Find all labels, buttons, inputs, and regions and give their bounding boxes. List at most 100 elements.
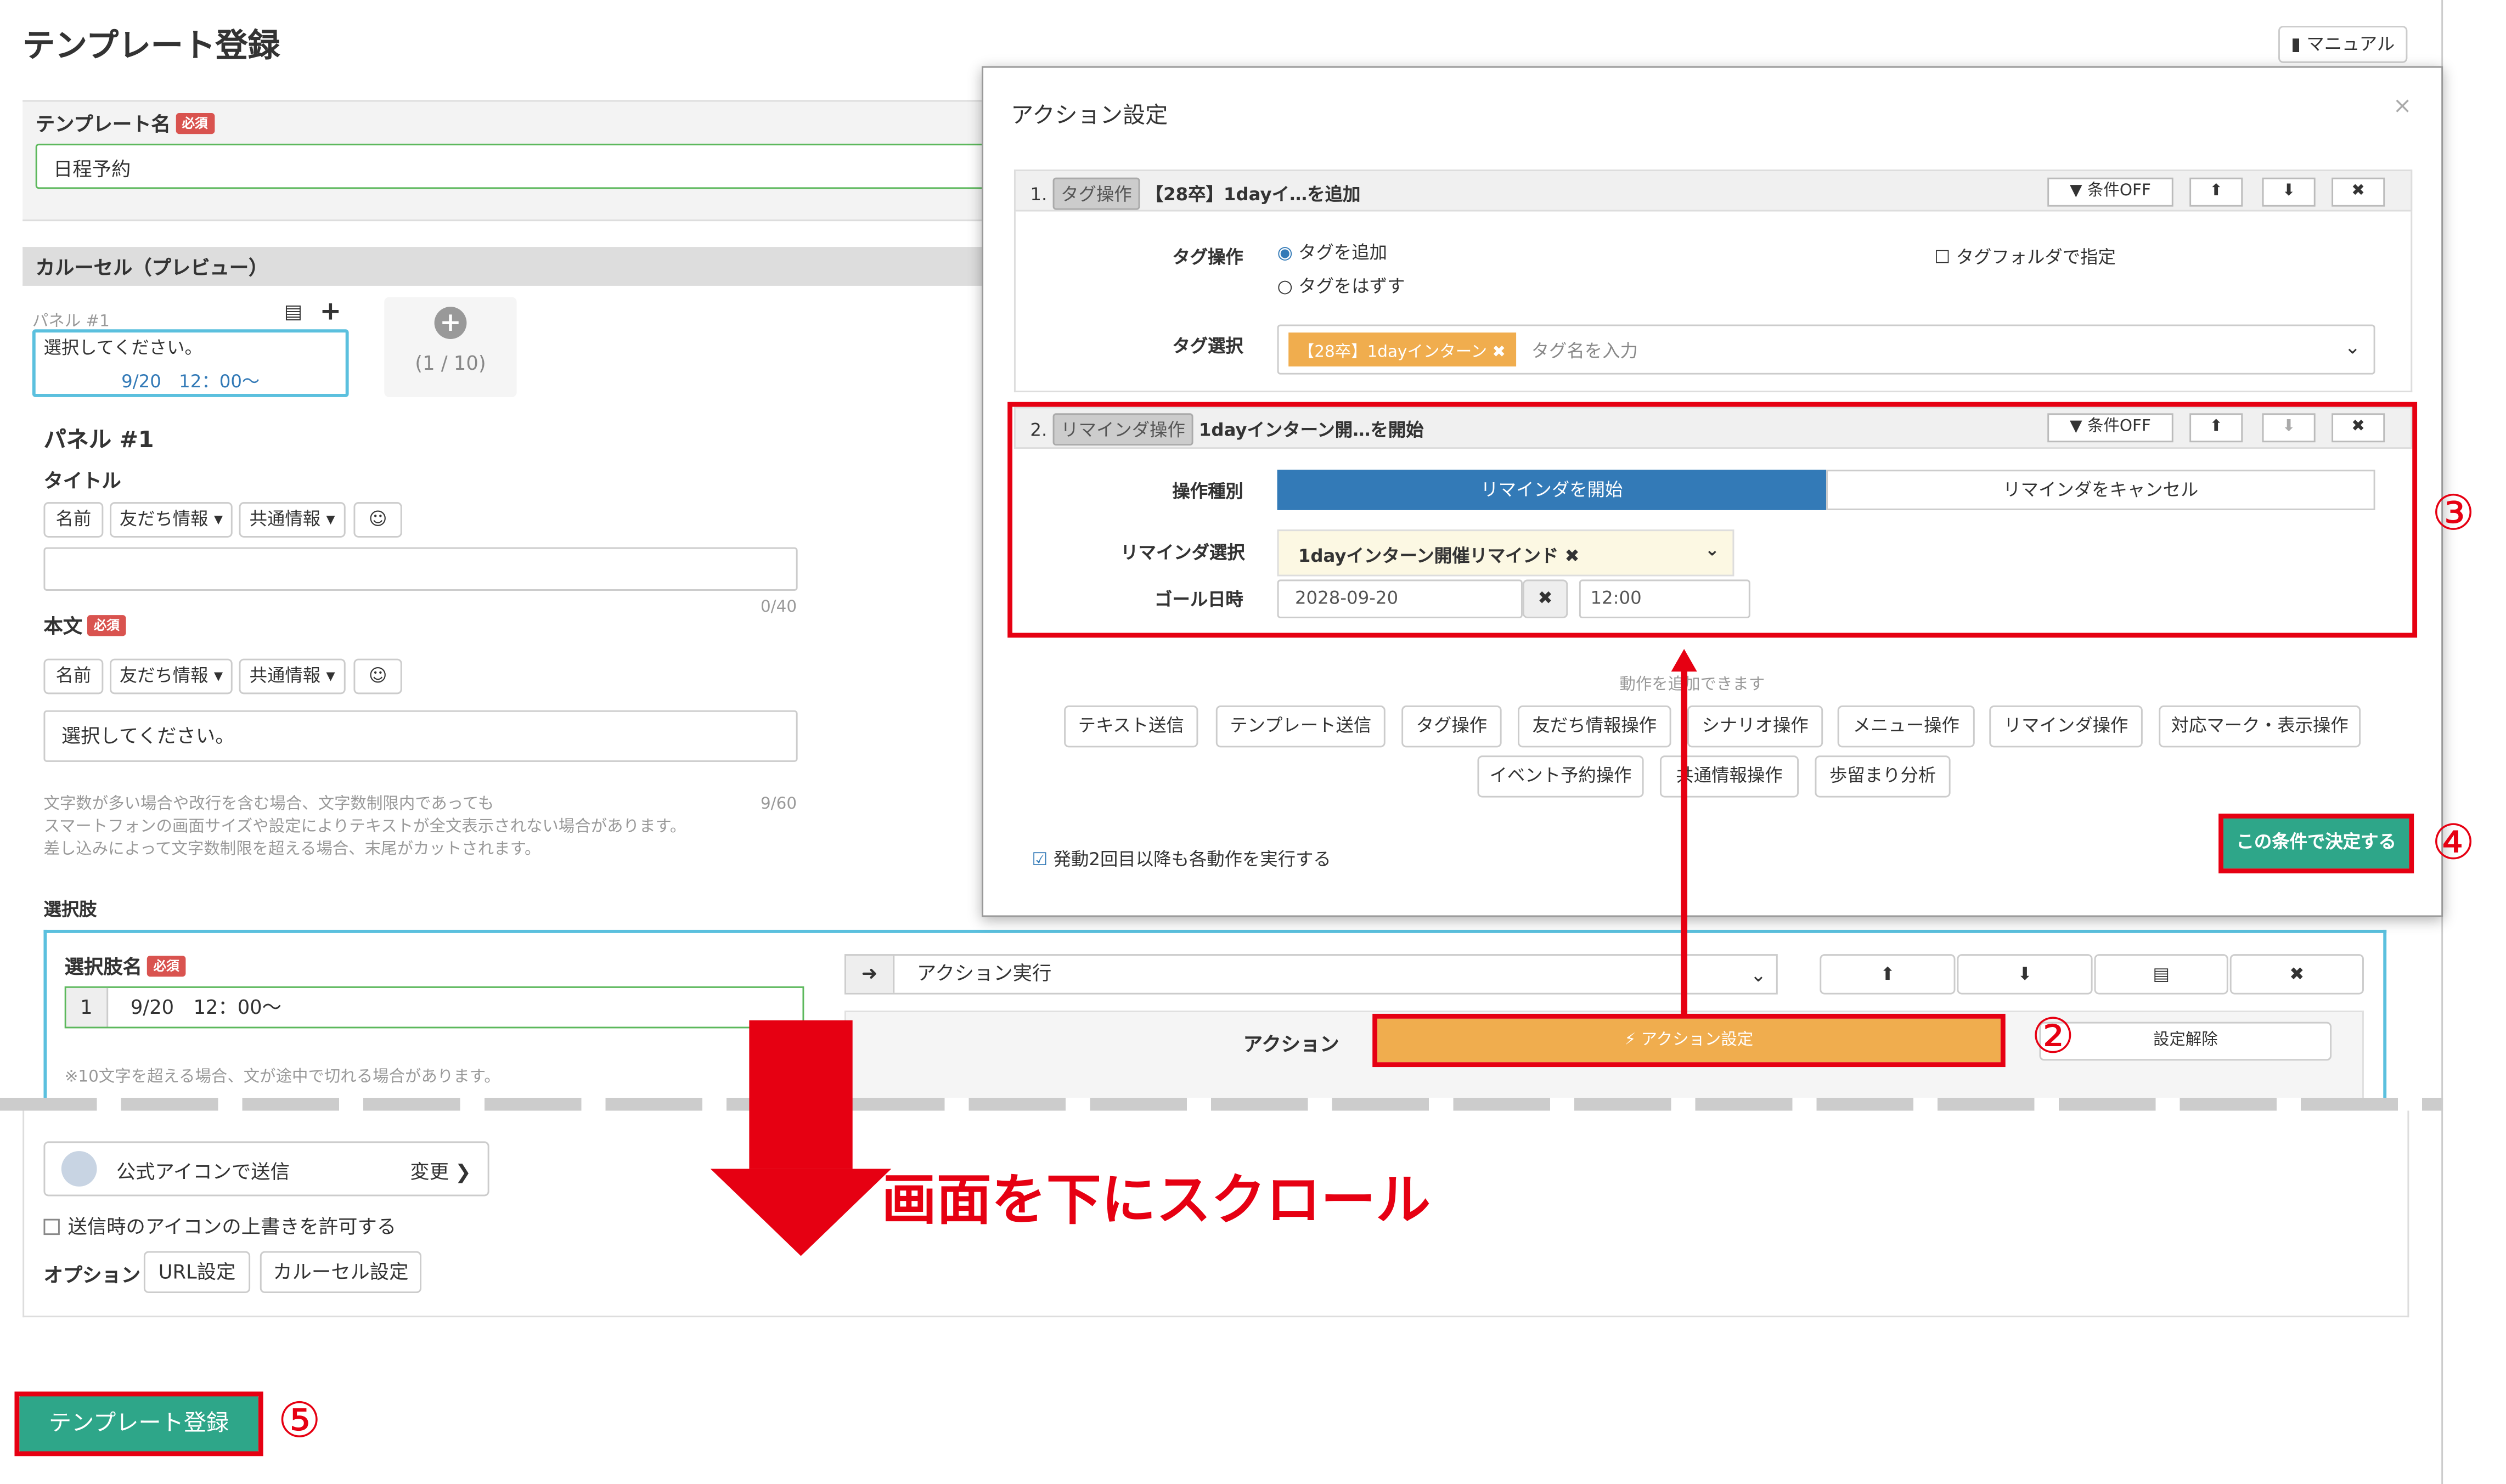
action-text-send[interactable]: テキスト送信	[1064, 705, 1198, 748]
carousel-setting-button[interactable]: カルーセル設定	[260, 1251, 422, 1294]
move-down-button[interactable]: ⬇	[1957, 954, 2093, 995]
checkbox[interactable]	[43, 1218, 60, 1235]
template-name-label: テンプレート名 必須	[36, 110, 215, 137]
checkbox-icon: ☐	[1934, 247, 1951, 268]
action-reminder-op[interactable]: リマインダ操作	[1989, 705, 2143, 748]
add-panel-card[interactable]: + (1 / 10)	[384, 297, 517, 397]
body-label-text: 本文	[43, 615, 83, 638]
carousel-panel-card[interactable]: 選択してください。 9/20 12：00～	[32, 329, 349, 397]
icon-send-box[interactable]: 公式アイコンで送信 変更 ❯	[43, 1141, 489, 1197]
tag-select-input[interactable]: 【28卒】1dayインターン ✖ タグ名を入力 ⌄	[1277, 324, 2375, 375]
arrow-right-icon: ➜	[846, 956, 895, 993]
move-up-button[interactable]: ⬆	[2189, 177, 2243, 207]
scroll-instruction: 画面を下にスクロール	[881, 1169, 1431, 1234]
carousel-panel-date: 9/20 12：00～	[121, 371, 260, 393]
arrow-up-icon: ⬆	[1880, 963, 1895, 985]
checkbox-label: タグフォルダで指定	[1956, 247, 2116, 268]
radio-label: タグをはずす	[1298, 276, 1405, 297]
radio-add-tag[interactable]: ◉ タグを追加	[1277, 239, 1387, 265]
friend-info-dropdown[interactable]: 友だち情報 ▾	[110, 502, 233, 538]
emoji-button[interactable]: ☺	[353, 502, 402, 538]
move-up-button[interactable]: ⬆	[1820, 954, 1956, 995]
action-yield-analysis[interactable]: 歩留まり分析	[1815, 755, 1951, 798]
annotation-number-4: ④	[2431, 815, 2475, 872]
insert-name-button[interactable]: 名前	[43, 658, 104, 695]
choice-note: ※10文字を超える場合、文が途中で切れる場合があります。	[64, 1069, 500, 1087]
add-panel-icon[interactable]: +	[320, 295, 341, 326]
body-label: 本文 必須	[43, 612, 126, 639]
choice-value: 9/20 12：00～	[130, 996, 281, 1019]
allow-override-label: 送信時のアイコンの上書きを許可する	[67, 1215, 397, 1238]
row-chip: タグ操作	[1052, 177, 1140, 210]
arrow-down-icon: ⬇	[2282, 182, 2296, 200]
title-count: 0/40	[760, 599, 797, 617]
selected-tag-chip[interactable]: 【28卒】1dayインターン ✖	[1288, 332, 1516, 366]
action-tag-op[interactable]: タグ操作	[1401, 705, 1502, 748]
choice-name-input[interactable]: 1 9/20 12：00～	[64, 986, 804, 1029]
row-number: 1.	[1030, 184, 1048, 205]
arrow-down-icon: ⬇	[2017, 963, 2032, 985]
action-friend-info-op[interactable]: 友だち情報操作	[1518, 705, 1671, 748]
body-note: 文字数が多い場合や改行を含む場合、文字数制限内であっても スマートフォンの画面サ…	[43, 794, 686, 862]
tag-select-label: タグ選択	[1172, 336, 1243, 357]
torn-divider	[0, 1097, 2443, 1111]
icon-send-text: 公式アイコンで送信	[116, 1160, 290, 1183]
url-setting-button[interactable]: URL設定	[143, 1251, 251, 1294]
arrow-down-icon	[710, 1169, 892, 1256]
action-scenario-op[interactable]: シナリオ操作	[1687, 705, 1823, 748]
title-label: タイトル	[43, 470, 121, 493]
choice-name-label: 選択肢名 必須	[65, 952, 186, 980]
required-badge: 必須	[175, 112, 215, 134]
common-info-dropdown[interactable]: 共通情報 ▾	[239, 658, 346, 695]
chevron-down-icon: ⌄	[1750, 963, 1767, 986]
action-mark-op[interactable]: 対応マーク・表示操作	[2159, 705, 2361, 748]
tag-folder-checkbox[interactable]: ☐ タグフォルダで指定	[1934, 244, 2116, 269]
manual-button[interactable]: ▮ マニュアル	[2278, 26, 2408, 63]
radio-checked-icon: ◉	[1277, 242, 1293, 263]
plus-circle-icon: +	[434, 307, 467, 339]
repeat-checkbox-row[interactable]: ☑ 発動2回目以降も各動作を実行する	[1032, 846, 1331, 872]
template-name-input[interactable]: 日程予約	[35, 143, 988, 189]
radio-remove-tag[interactable]: ○ タグをはずす	[1277, 273, 1405, 298]
checkbox-checked-icon[interactable]: ☑	[1032, 849, 1048, 870]
friend-info-dropdown[interactable]: 友だち情報 ▾	[110, 658, 233, 695]
repeat-label: 発動2回目以降も各動作を実行する	[1053, 849, 1331, 871]
tag-op-label: タグ操作	[1172, 247, 1243, 268]
page-title: テンプレート登録	[22, 26, 280, 65]
action-label: アクション	[1243, 1033, 1339, 1056]
panel-counter: (1 / 10)	[415, 352, 486, 375]
row-summary: 【28卒】1dayイ…を追加	[1145, 184, 1361, 205]
action-template-send[interactable]: テンプレート送信	[1215, 705, 1386, 748]
copy-icon: ▤	[2153, 963, 2170, 985]
copy-icon[interactable]: ▤	[284, 300, 302, 323]
common-info-dropdown[interactable]: 共通情報 ▾	[239, 502, 346, 538]
avatar	[61, 1151, 97, 1187]
delete-button[interactable]: ✖	[2332, 177, 2385, 207]
action-type-select[interactable]: ➜ アクション実行 ⌄	[844, 954, 1778, 995]
title-input[interactable]	[43, 547, 798, 591]
body-textarea[interactable]: 選択してください。	[43, 710, 798, 762]
move-down-button[interactable]: ⬇	[2262, 177, 2316, 207]
change-link[interactable]: 変更 ❯	[410, 1158, 471, 1185]
highlight-box-5	[14, 1391, 263, 1457]
smiley-icon: ☺	[368, 665, 387, 686]
copy-button[interactable]: ▤	[2094, 954, 2228, 995]
unset-button[interactable]: 設定解除	[2039, 1022, 2332, 1061]
modal-title: アクション設定	[1011, 103, 1168, 129]
allow-override-row[interactable]: 送信時のアイコンの上書きを許可する	[43, 1212, 396, 1240]
insert-name-button[interactable]: 名前	[43, 502, 104, 538]
arrow-up-icon	[1671, 648, 1697, 672]
row1-title: 1. タグ操作 【28卒】1dayイ…を追加	[1030, 177, 1361, 210]
book-icon: ▮	[2291, 33, 2301, 55]
emoji-button[interactable]: ☺	[353, 658, 402, 695]
condition-off-button[interactable]: ▼ 条件OFF	[2047, 177, 2173, 207]
carousel-panel-text: 選択してください。	[43, 337, 202, 359]
delete-button[interactable]: ✖	[2229, 954, 2364, 995]
action-menu-op[interactable]: メニュー操作	[1837, 705, 1975, 748]
close-icon: ✖	[2351, 182, 2365, 200]
radio-icon: ○	[1277, 276, 1293, 297]
action-event-op[interactable]: イベント予約操作	[1477, 755, 1644, 798]
modal-close-icon[interactable]: ×	[2393, 94, 2412, 120]
choices-label: 選択肢	[43, 899, 97, 921]
annotation-number-2: ②	[2031, 1009, 2075, 1066]
